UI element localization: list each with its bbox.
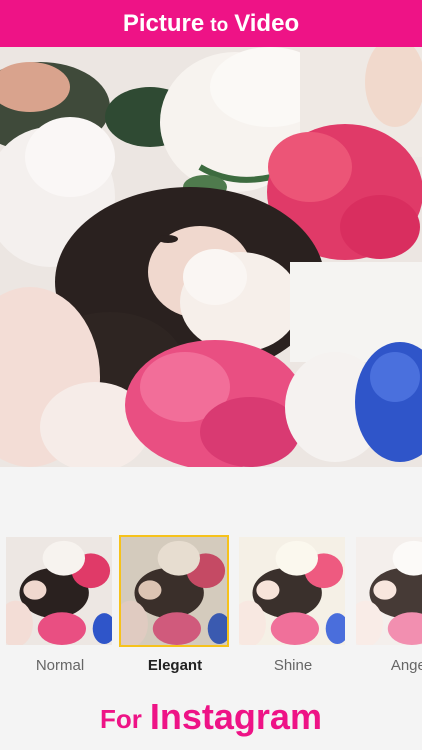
filter-angel[interactable]: Angel	[354, 535, 422, 674]
filter-thumbnail-elegant	[119, 535, 229, 647]
filter-thumbnail-angel	[354, 535, 422, 647]
banner-title-word-2: to	[210, 14, 229, 36]
filter-shine[interactable]: Shine	[237, 535, 349, 674]
filter-label-normal: Normal	[35, 657, 85, 674]
filter-label-elegant: Elegant	[147, 657, 203, 674]
spacer-area	[0, 467, 422, 535]
tagline-word-2: Instagram	[149, 695, 322, 737]
photo-illustration	[0, 47, 422, 467]
filter-label-angel: Angel	[390, 657, 422, 674]
filter-strip[interactable]: Normal Elegant Shine Ange	[0, 535, 422, 683]
banner-title-word-1: Picture	[122, 9, 205, 37]
tagline: For Instagram	[0, 683, 422, 750]
banner-title-word-3: Video	[234, 9, 300, 37]
photo-preview	[0, 47, 422, 467]
filter-label-shine: Shine	[273, 657, 313, 674]
tagline-word-1: For	[100, 704, 142, 734]
filter-thumbnail-shine	[237, 535, 347, 647]
filter-elegant[interactable]: Elegant	[119, 535, 231, 674]
filter-thumbnail-normal	[4, 535, 114, 647]
filter-normal[interactable]: Normal	[4, 535, 116, 674]
app-banner: Picture to Video	[0, 0, 422, 47]
